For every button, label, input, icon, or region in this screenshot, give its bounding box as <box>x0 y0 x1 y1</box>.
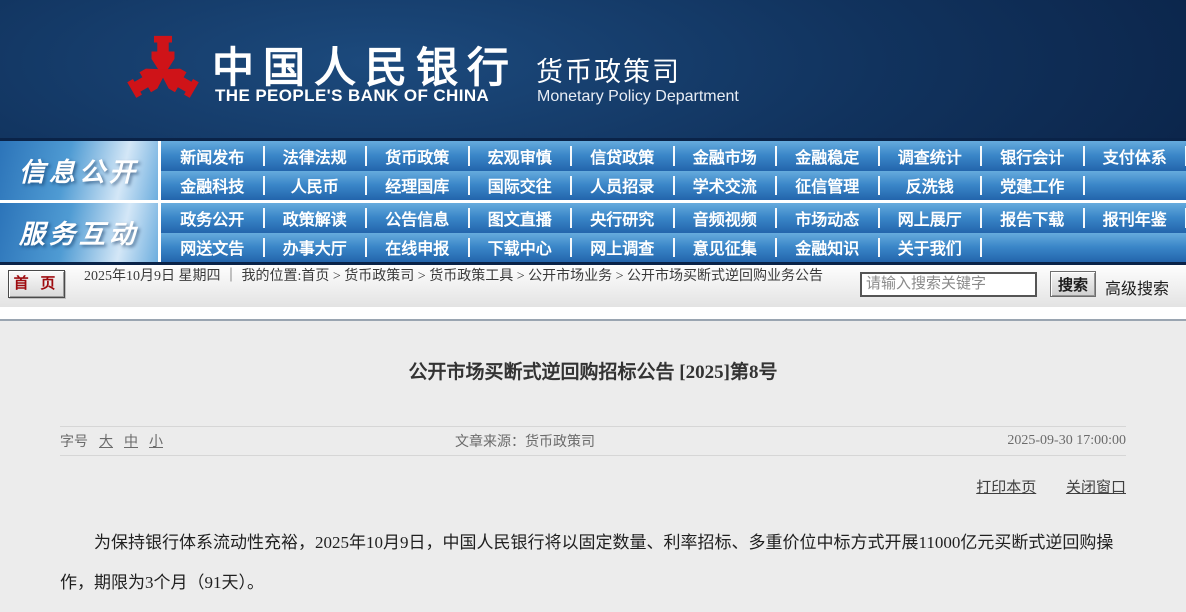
font-size-options: 大中小 <box>88 431 163 451</box>
nav-item[interactable]: 人民币 <box>264 171 367 201</box>
font-size-option[interactable]: 中 <box>124 435 138 450</box>
article-content: 公开市场买断式逆回购招标公告 [2025]第8号 字号 大中小 文章来源：货币政… <box>0 321 1186 612</box>
breadcrumb-crumb[interactable]: 货币政策工具 <box>429 269 513 284</box>
nav-item[interactable]: 政务公开 <box>161 203 264 233</box>
nav-section-label-services: 服务互动 <box>0 203 161 262</box>
advanced-search-link[interactable]: 高级搜索 <box>1105 275 1169 299</box>
print-page-link[interactable]: 打印本页 <box>976 480 1036 496</box>
nav-item[interactable]: 在线申报 <box>366 233 469 263</box>
department-name-en: Monetary Policy Department <box>537 88 739 106</box>
nav-item[interactable]: 网送文告 <box>161 233 264 263</box>
article-meta-row: 字号 大中小 文章来源：货币政策司 2025-09-30 17:00:00 <box>60 426 1126 456</box>
nav-item[interactable]: 货币政策 <box>366 141 469 171</box>
department-name-zh: 货币政策司 <box>536 50 681 89</box>
nav-item[interactable]: 关于我们 <box>879 233 982 263</box>
nav-item[interactable]: 国际交往 <box>469 171 572 201</box>
nav-item[interactable]: 网上调查 <box>571 233 674 263</box>
nav-section-services: 服务互动 政务公开政策解读公告信息图文直播央行研究音频视频市场动态网上展厅报告下… <box>0 203 1186 262</box>
page-title: 公开市场买断式逆回购招标公告 [2025]第8号 <box>0 321 1186 384</box>
article-actions: 打印本页 关闭窗口 <box>60 476 1126 497</box>
article-source: 文章来源：货币政策司 <box>455 431 595 451</box>
home-button[interactable]: 首 页 <box>8 270 65 298</box>
nav-cell-empty <box>1084 233 1186 263</box>
breadcrumb-separator: > <box>612 269 627 284</box>
breadcrumb-bar: 首 页 2025年10月9日 星期四 ｜ 我的位置:首页 > 货币政策司 > 货… <box>0 265 1186 307</box>
nav-row: 政务公开政策解读公告信息图文直播央行研究音频视频市场动态网上展厅报告下载报刊年鉴 <box>161 203 1186 233</box>
nav-grid-information: 新闻发布法律法规货币政策宏观审慎信贷政策金融市场金融稳定调查统计银行会计支付体系… <box>161 141 1186 200</box>
nav-item[interactable]: 报告下载 <box>981 203 1084 233</box>
nav-item[interactable]: 音频视频 <box>674 203 777 233</box>
font-size-option[interactable]: 大 <box>99 435 113 450</box>
breadcrumb-separator: > <box>414 269 429 284</box>
nav-item[interactable]: 新闻发布 <box>161 141 264 171</box>
nav-item[interactable]: 经理国库 <box>366 171 469 201</box>
nav-item[interactable]: 办事大厅 <box>264 233 367 263</box>
nav-item[interactable]: 反洗钱 <box>879 171 982 201</box>
breadcrumb-crumb[interactable]: 公开市场业务 <box>528 269 612 284</box>
nav-item[interactable]: 学术交流 <box>674 171 777 201</box>
nav-item[interactable]: 金融知识 <box>776 233 879 263</box>
breadcrumb-separator: > <box>513 269 528 284</box>
nav-item[interactable]: 人员招录 <box>571 171 674 201</box>
nav-item[interactable]: 信贷政策 <box>571 141 674 171</box>
nav-item[interactable]: 宏观审慎 <box>469 141 572 171</box>
nav-cell-empty <box>981 233 1084 263</box>
article-datetime: 2025-09-30 17:00:00 <box>1007 433 1126 449</box>
bank-name-en: THE PEOPLE'S BANK OF CHINA <box>215 86 489 106</box>
nav-item[interactable]: 政策解读 <box>264 203 367 233</box>
nav-cell-empty <box>1084 171 1186 201</box>
source-value: 货币政策司 <box>525 435 595 450</box>
nav-item[interactable]: 党建工作 <box>981 171 1084 201</box>
breadcrumb-location-label: 我的位置: <box>242 269 302 284</box>
pboc-logo-icon <box>122 31 204 113</box>
article-body: 为保持银行体系流动性充裕，2025年10月9日，中国人民银行将以固定数量、利率招… <box>60 523 1126 603</box>
nav-item[interactable]: 公告信息 <box>366 203 469 233</box>
nav-item[interactable]: 金融稳定 <box>776 141 879 171</box>
nav-item[interactable]: 支付体系 <box>1084 141 1186 171</box>
nav-item[interactable]: 图文直播 <box>469 203 572 233</box>
main-navigation: 信息公开 新闻发布法律法规货币政策宏观审慎信贷政策金融市场金融稳定调查统计银行会… <box>0 138 1186 265</box>
breadcrumb-crumb[interactable]: 公开市场买断式逆回购业务公告 <box>627 269 823 284</box>
close-window-link[interactable]: 关闭窗口 <box>1066 480 1126 496</box>
nav-item[interactable]: 金融市场 <box>674 141 777 171</box>
nav-section-label-information: 信息公开 <box>0 141 161 200</box>
nav-item[interactable]: 银行会计 <box>981 141 1084 171</box>
font-size-label: 字号 <box>60 431 88 451</box>
search-button[interactable]: 搜索 <box>1050 271 1096 297</box>
nav-grid-services: 政务公开政策解读公告信息图文直播央行研究音频视频市场动态网上展厅报告下载报刊年鉴… <box>161 203 1186 262</box>
nav-row: 网送文告办事大厅在线申报下载中心网上调查意见征集金融知识关于我们 <box>161 233 1186 263</box>
search-input[interactable] <box>860 272 1037 297</box>
breadcrumb-date: 2025年10月9日 星期四 ｜ <box>84 269 242 284</box>
breadcrumb-crumb[interactable]: 货币政策司 <box>344 269 414 284</box>
font-size-option[interactable]: 小 <box>149 435 163 450</box>
nav-row: 金融科技人民币经理国库国际交往人员招录学术交流征信管理反洗钱党建工作 <box>161 171 1186 201</box>
nav-item[interactable]: 下载中心 <box>469 233 572 263</box>
white-strip <box>0 307 1186 319</box>
nav-item[interactable]: 金融科技 <box>161 171 264 201</box>
site-header: 中国人民银行 THE PEOPLE'S BANK OF CHINA 货币政策司 … <box>0 0 1186 138</box>
nav-item[interactable]: 央行研究 <box>571 203 674 233</box>
nav-item[interactable]: 市场动态 <box>776 203 879 233</box>
nav-item[interactable]: 意见征集 <box>674 233 777 263</box>
nav-item[interactable]: 征信管理 <box>776 171 879 201</box>
breadcrumb-crumb[interactable]: 首页 <box>301 269 329 284</box>
source-label: 文章来源： <box>455 435 525 450</box>
nav-section-information: 信息公开 新闻发布法律法规货币政策宏观审慎信贷政策金融市场金融稳定调查统计银行会… <box>0 141 1186 200</box>
nav-item[interactable]: 网上展厅 <box>879 203 982 233</box>
nav-item[interactable]: 调查统计 <box>879 141 982 171</box>
breadcrumb-separator: > <box>329 269 344 284</box>
nav-row: 新闻发布法律法规货币政策宏观审慎信贷政策金融市场金融稳定调查统计银行会计支付体系 <box>161 141 1186 171</box>
nav-item[interactable]: 报刊年鉴 <box>1084 203 1186 233</box>
breadcrumb: 2025年10月9日 星期四 ｜ 我的位置:首页 > 货币政策司 > 货币政策工… <box>84 268 856 286</box>
nav-item[interactable]: 法律法规 <box>264 141 367 171</box>
